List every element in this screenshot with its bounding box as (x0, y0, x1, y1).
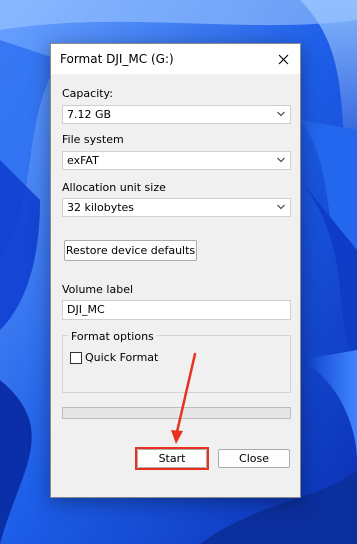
allocation-label: Allocation unit size (62, 181, 166, 194)
format-options-title: Format options (68, 330, 157, 343)
file-system-value: exFAT (67, 154, 99, 167)
file-system-select[interactable]: exFAT (62, 151, 291, 170)
format-dialog: Format DJI_MC (G:) Capacity: 7.12 GB Fil… (50, 43, 301, 498)
capacity-select[interactable]: 7.12 GB (62, 105, 291, 124)
capacity-label: Capacity: (62, 87, 113, 100)
quick-format-label: Quick Format (85, 351, 159, 364)
start-highlight-box (135, 447, 209, 470)
format-progress-bar (62, 407, 291, 419)
format-options-group (62, 335, 291, 393)
close-button[interactable]: Close (218, 449, 290, 468)
restore-defaults-button[interactable]: Restore device defaults (64, 240, 197, 261)
volume-label-label: Volume label (62, 283, 134, 296)
quick-format-checkbox[interactable] (70, 352, 82, 364)
allocation-select[interactable]: 32 kilobytes (62, 198, 291, 217)
dialog-title: Format DJI_MC (G:) (60, 52, 174, 66)
title-bar: Format DJI_MC (G:) (51, 44, 300, 74)
chevron-down-icon (277, 111, 285, 117)
file-system-label: File system (62, 133, 124, 146)
chevron-down-icon (277, 157, 285, 163)
close-icon (278, 54, 288, 64)
volume-label-input[interactable]: DJI_MC (62, 300, 291, 320)
allocation-value: 32 kilobytes (67, 201, 135, 214)
volume-label-value: DJI_MC (67, 303, 105, 316)
chevron-down-icon (277, 204, 285, 210)
capacity-value: 7.12 GB (67, 108, 112, 121)
close-window-button[interactable] (266, 44, 300, 74)
